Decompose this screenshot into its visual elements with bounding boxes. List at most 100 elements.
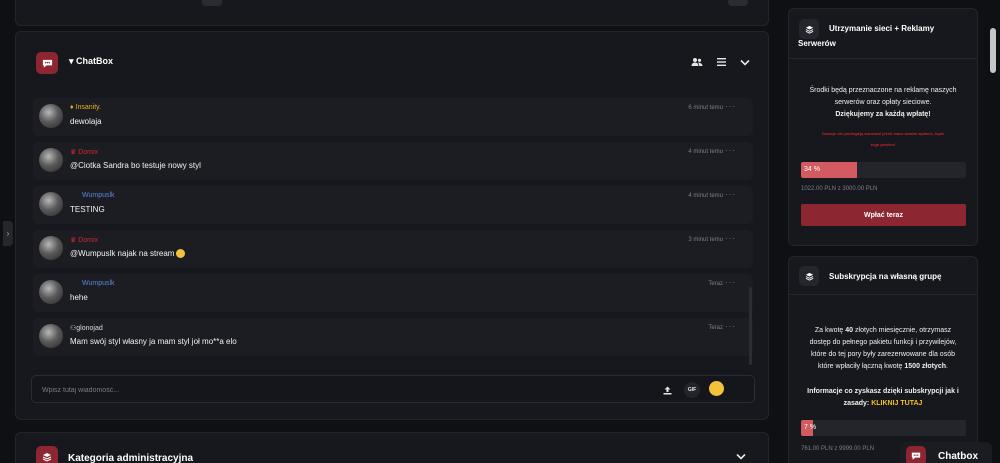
avatar[interactable] (39, 280, 63, 304)
avatar[interactable] (39, 148, 63, 172)
subscription-progress-bar: 7 % (801, 420, 966, 436)
message-username[interactable]: ♛ Domix (70, 236, 98, 244)
username-text: Domix (78, 237, 99, 244)
info-text: Informacje co zyskasz dzięki subskrypcji… (807, 388, 959, 395)
card-title: Subskrypcja na własną grupę (829, 272, 942, 281)
donation-card: Utrzymanie sieci + Reklamy Serwerów Środ… (788, 8, 978, 246)
collapse-chevron-icon[interactable] (736, 53, 754, 71)
more-options-icon[interactable]: ··· (725, 234, 736, 243)
chatbox-panel: ▾ ChatBox ♦ Insanity. dewolaja 6 minut t… (15, 31, 769, 420)
upload-icon[interactable] (659, 382, 675, 398)
chat-message: Wumpuslk hehe Teraz ··· (33, 274, 753, 312)
more-options-icon[interactable]: ··· (725, 190, 736, 199)
desc-text: złotych miesięcznie, otrzymasz (853, 327, 952, 334)
card-title: Utrzymanie sieci + Reklamy (829, 24, 935, 33)
card-description: Za kwotę 40 złotych miesięcznie, otrzyma… (789, 325, 977, 410)
info-text: zasady: (843, 400, 872, 407)
desc-line: dostęp do pełnego pakietu funkcji i przy… (809, 339, 957, 346)
message-text: @Ciotka Sandra bo testuje nowy styl (70, 161, 201, 170)
crown-icon: ♛ (70, 237, 77, 244)
message-time: Teraz (708, 325, 723, 331)
message-time: Teraz (708, 281, 723, 287)
message-text: hehe (70, 293, 88, 302)
desc-text: które wpłaciły łączną kwotę (818, 363, 905, 370)
message-text: Mam swój styl własny ja mam styl joł mo*… (70, 337, 237, 346)
sidebar-expand-tab[interactable]: › (3, 221, 13, 246)
chatbox-title[interactable]: ▾ ChatBox (69, 56, 113, 67)
panel-stub (728, 0, 748, 6)
message-text: @Wumpuslk najak na stream (70, 249, 186, 258)
message-text: dewolaja (70, 117, 102, 126)
chat-bubble-icon (906, 446, 926, 463)
more-options-icon[interactable]: ··· (725, 146, 736, 155)
desc-line: serwerów oraz opłaty sieciowe. (834, 99, 932, 106)
message-username[interactable]: ♦ Insanity. (70, 104, 101, 111)
warning-text: tego pewien! (870, 142, 896, 147)
gem-icon: ♦ (70, 104, 74, 111)
total-amount: 1500 złotych (904, 363, 947, 370)
card-description: Środki będą przeznaczone na reklamę nasz… (789, 85, 977, 150)
category-title: Kategoria administracyjna (68, 453, 194, 463)
subscription-amount: 761.00 PLN z 9999.00 PLN (801, 446, 875, 452)
card-header: Utrzymanie sieci + Reklamy Serwerów (789, 9, 977, 59)
chat-message: Wumpuslk TESTING 4 minut temu ··· (33, 186, 753, 224)
layers-icon (799, 266, 819, 286)
more-options-icon[interactable]: ··· (725, 278, 736, 287)
top-panel (15, 0, 769, 26)
message-text-content: @Wumpuslk najak na stream (70, 249, 175, 258)
username-text: glonojad (76, 325, 103, 332)
progress-label: 7 % (804, 424, 817, 431)
message-username[interactable]: Wumpuslk (82, 192, 115, 199)
message-username[interactable]: Wumpuslk (82, 280, 115, 287)
avatar[interactable] (39, 104, 63, 128)
progress-label: 34 % (804, 166, 820, 173)
crown-icon: ♛ (70, 149, 77, 156)
message-input-bar: GIF (31, 375, 755, 403)
message-username[interactable]: ♛ Domix (70, 148, 98, 156)
chat-message: ⚇glonojad Mam swój styl własny ja mam st… (33, 318, 753, 356)
desc-line: które do tej pory były zarezerwowane dla… (811, 351, 955, 358)
username-text: Domix (78, 149, 99, 156)
click-here-link[interactable]: KLIKNIJ TUTAJ (871, 400, 922, 407)
desc-text: Za kwotę (814, 327, 846, 334)
desc-text: . (946, 363, 948, 370)
pay-now-button[interactable]: Wpłać teraz (801, 204, 966, 226)
menu-icon[interactable] (712, 53, 730, 71)
desc-line: Środki będą przeznaczone na reklamę nasz… (809, 87, 957, 94)
price-value: 40 (845, 327, 854, 334)
floating-chatbox-button[interactable]: Chatbox (900, 442, 992, 463)
chat-message: ♛ Domix @Wumpuslk najak na stream 3 minu… (33, 230, 753, 268)
desc-line: które wpłaciły łączną kwotę 1500 złotych… (799, 361, 967, 373)
warning-text: Dotacje nie podlegają zwrotowi jeżeli ma… (821, 131, 945, 136)
more-options-icon[interactable]: ··· (725, 322, 736, 331)
layers-icon (36, 446, 58, 463)
subscription-card: Subskrypcja na własną grupę Za kwotę 40 … (788, 256, 978, 463)
chatbox-header: ▾ ChatBox (16, 32, 768, 92)
message-input[interactable] (42, 382, 602, 398)
chevron-down-icon[interactable] (736, 451, 746, 463)
users-icon[interactable] (688, 53, 706, 71)
more-options-icon[interactable]: ··· (725, 102, 736, 111)
floating-chatbox-label: Chatbox (938, 451, 978, 462)
desc-line: Za kwotę 40 złotych miesięcznie, otrzyma… (799, 325, 967, 337)
chat-scrollbar[interactable] (749, 287, 752, 365)
thanks-text: Dziękujemy za każdą wpłatę! (835, 111, 931, 118)
message-time: 4 minut temu (688, 149, 723, 155)
grin-emoji-icon (176, 249, 186, 258)
chat-bubble-icon (36, 52, 58, 74)
avatar[interactable] (39, 236, 63, 260)
donation-amount: 1022.00 PLN z 3000.00 PLN (801, 186, 878, 192)
emoji-picker-icon[interactable] (709, 381, 724, 396)
card-header: Subskrypcja na własną grupę (789, 257, 977, 295)
page-scrollbar[interactable] (990, 28, 996, 73)
category-panel: Kategoria administracyjna (15, 432, 769, 463)
message-username[interactable]: ⚇glonojad (70, 324, 103, 332)
avatar[interactable] (39, 324, 63, 348)
username-text: Insanity. (75, 104, 102, 111)
info-line: zasady: KLIKNIJ TUTAJ (799, 398, 967, 410)
gif-button[interactable]: GIF (684, 382, 700, 398)
chat-message: ♦ Insanity. dewolaja 6 minut temu ··· (33, 98, 753, 136)
avatar[interactable] (39, 192, 63, 216)
panel-stub (202, 0, 222, 6)
message-time: 4 minut temu (688, 193, 723, 199)
